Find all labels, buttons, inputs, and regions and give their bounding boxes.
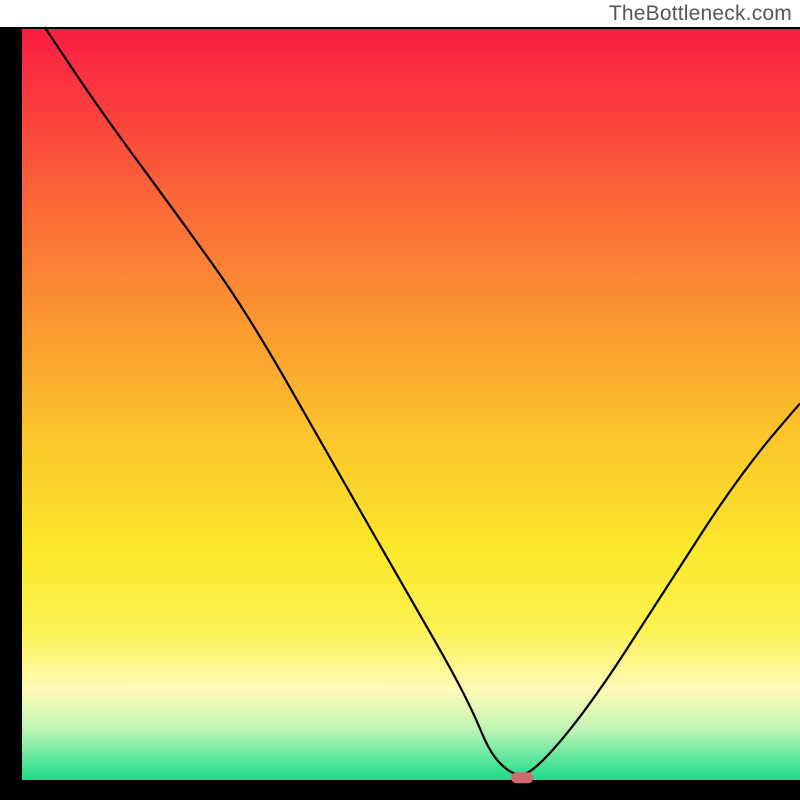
bottleneck-chart: TheBottleneck.com <box>0 0 800 800</box>
frame-left <box>0 27 22 800</box>
minimum-marker <box>511 772 533 783</box>
frame-top <box>22 27 800 29</box>
chart-svg <box>0 0 800 800</box>
frame-bottom <box>0 780 800 800</box>
watermark-text: TheBottleneck.com <box>609 2 792 26</box>
plot-background <box>22 27 800 780</box>
